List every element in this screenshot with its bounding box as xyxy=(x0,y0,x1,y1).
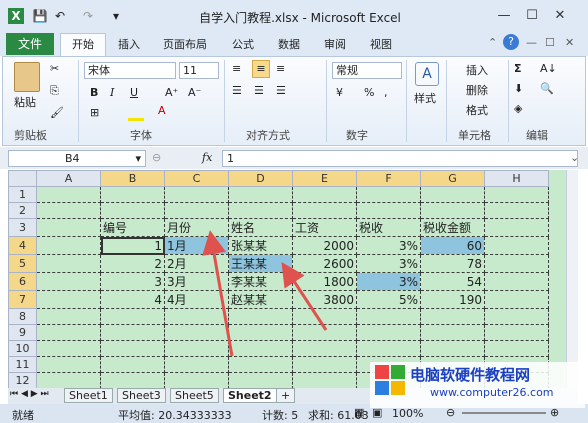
arrow-to-b4 xyxy=(202,230,234,357)
normal-view-icon[interactable]: ▦ xyxy=(354,406,364,419)
sheet-tab[interactable]: Sheet1 xyxy=(64,388,113,403)
sheet-tab-active[interactable]: Sheet2 xyxy=(223,388,277,403)
zoom-level[interactable]: 100% xyxy=(392,407,423,420)
status-mode: 就绪 xyxy=(12,409,34,422)
new-sheet-icon[interactable]: + xyxy=(276,388,296,403)
sheet-nav-arrows-icon[interactable]: ⏮ ◀ ▶ ⏭ xyxy=(10,389,49,399)
zoom-slider[interactable] xyxy=(462,412,546,414)
windows-logo-icon xyxy=(375,365,405,395)
status-count: 计数: 5 xyxy=(262,409,299,422)
sheet-tab[interactable]: Sheet3 xyxy=(117,388,166,403)
arrow-to-row6 xyxy=(281,261,328,331)
watermark-title: 电脑软硬件教程网 xyxy=(410,366,531,384)
status-average: 平均值: 20.34333333 xyxy=(118,409,232,422)
watermark-url: www.computer26.com xyxy=(430,386,554,399)
annotation-arrows xyxy=(202,230,328,357)
sheet-tab[interactable]: Sheet5 xyxy=(170,388,219,403)
